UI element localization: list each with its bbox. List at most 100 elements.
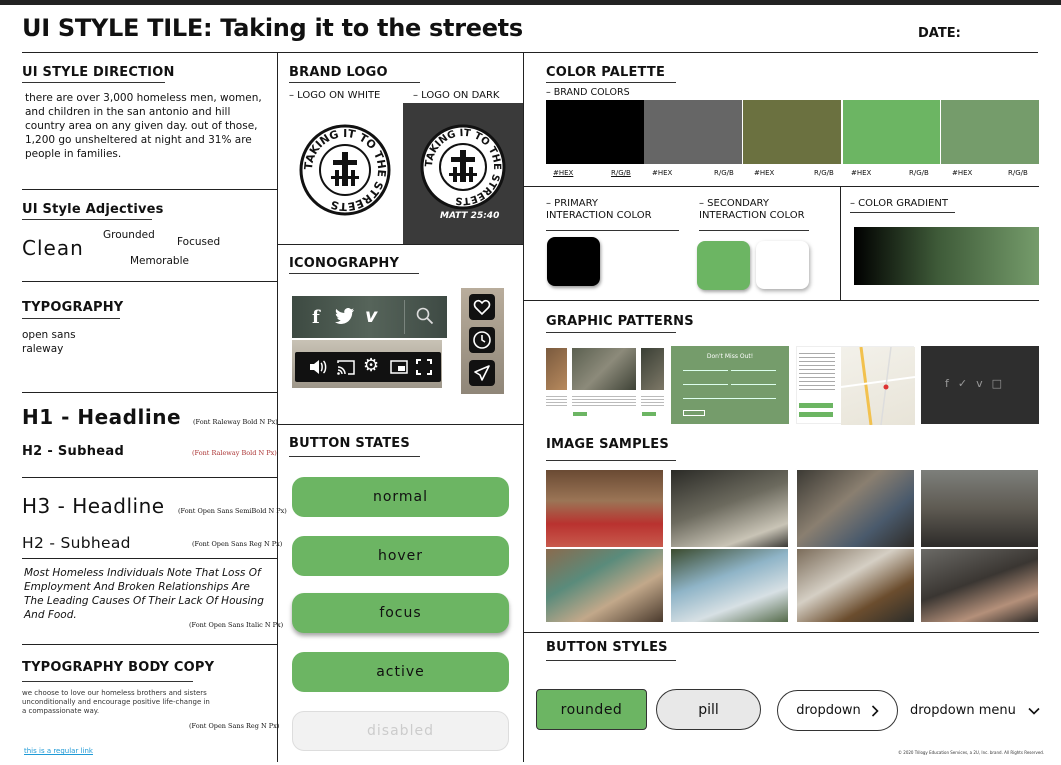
secondary-interaction-label: – SECONDARY INTERACTION COLOR [699,198,805,221]
dropdown-menu[interactable]: dropdown menu [910,703,1040,718]
image-sample-1 [546,470,663,547]
send-button[interactable] [469,360,495,386]
facebook-icon[interactable]: f [312,307,320,328]
volume-icon[interactable] [309,359,327,375]
logo-on-dark-label: – LOGO ON DARK [413,90,500,101]
hex-label-2: #HEX [652,169,673,177]
settings-icon[interactable]: ⚙ [363,355,379,376]
brand-swatch-2 [644,100,742,164]
heading-underline [546,660,676,661]
button-states-heading: BUTTON STATES [289,436,410,451]
brand-logo-heading: BRAND LOGO [289,65,388,80]
iconography-heading: ICONOGRAPHY [289,256,400,271]
h2-note: (Font Raleway Bold N Px) [192,449,277,457]
pattern-mini-button [799,412,833,417]
hover-button[interactable]: hover [292,536,509,576]
footer-social-icons: f✓v□ [945,377,1011,390]
pill-button[interactable]: pill [656,689,761,730]
rgb-label-1: R/G/B [611,169,631,177]
heading-underline [699,230,809,231]
form-title: Don't Miss Out! [706,353,754,360]
social-icon-bar: f v [292,296,447,338]
clock-button[interactable] [469,327,495,353]
map-roads [840,346,916,426]
divider [523,186,1039,187]
heading-underline [850,212,955,213]
style-direction-text: there are over 3,000 homeless men, women… [25,92,262,160]
pattern-mini-button [573,412,587,416]
brand-colors-label: – BRAND COLORS [546,87,630,98]
typography-heading: TYPOGRAPHY [22,300,124,315]
image-sample-2 [671,470,788,547]
pattern-thumb [641,348,664,390]
active-button[interactable]: active [292,652,509,692]
chevron-right-icon [871,704,879,717]
pattern-text-lines [641,396,664,406]
pattern-text-lines [572,396,636,406]
fullscreen-icon[interactable] [416,359,432,375]
hex-label-3: #HEX [754,169,775,177]
adjectives-heading: UI Style Adjectives [22,202,164,217]
gradient-label: – COLOR GRADIENT [850,198,948,209]
divider [22,189,277,190]
form-field [731,382,776,385]
heart-button[interactable] [469,294,495,320]
logo-verse: MATT 25:40 [440,211,500,221]
brand-swatch-1 [546,100,644,164]
cast-icon[interactable] [337,360,355,375]
heart-icon [473,299,491,316]
divider [22,558,277,559]
heading-underline [546,332,676,333]
color-palette-heading: COLOR PALETTE [546,65,666,80]
bar-separator [404,300,405,334]
column-divider-1 [277,52,278,762]
dropdown-button[interactable]: dropdown [777,690,898,731]
heading-underline [22,318,120,319]
style-direction-heading: UI STYLE DIRECTION [22,65,175,80]
search-icon[interactable] [416,307,434,325]
divider-vertical [840,186,841,300]
divider [22,281,277,282]
secondary-swatch-green [697,241,750,290]
secondary-swatch-white [756,241,809,289]
primary-interaction-swatch [547,237,600,286]
form-field [683,368,728,371]
logo-on-white-label: – LOGO ON WHITE [289,90,381,101]
pill-button-label: pill [698,701,719,718]
graphic-patterns-heading: GRAPHIC PATTERNS [546,314,694,329]
image-sample-6 [671,549,788,622]
color-gradient-swatch [854,227,1039,285]
hex-label-1: #HEX [553,169,574,177]
normal-button[interactable]: normal [292,477,509,517]
heading-underline [289,273,419,274]
adjective-focused: Focused [177,236,221,248]
pattern-map-layout [796,346,916,426]
rounded-button[interactable]: rounded [536,689,647,730]
brand-swatch-4 [843,100,940,164]
form-field [683,382,728,385]
pattern-text-lines [546,396,567,406]
divider [22,392,277,393]
column-divider-2 [523,52,524,762]
pattern-thumb [546,348,567,390]
heading-underline [289,456,420,457]
top-bar [0,0,1061,5]
divider [277,244,523,245]
dropdown-button-label: dropdown [796,703,861,718]
regular-link[interactable]: this is a regular link [24,747,93,755]
chevron-down-icon [1028,707,1040,715]
brand-swatch-3 [743,100,841,164]
pattern-photo-layout [546,346,664,424]
pattern-mini-button [642,412,656,416]
image-sample-5 [546,549,663,622]
pip-icon[interactable] [390,360,408,374]
page-title: UI STYLE TILE: Taking it to the streets [22,14,523,42]
primary-interaction-label: – PRIMARY INTERACTION COLOR [546,198,652,221]
brand-logo-dark: TAKING IT TO THE STREETS [420,124,506,210]
focus-button[interactable]: focus [292,593,509,633]
pattern-thumb [572,348,636,390]
vimeo-icon[interactable]: v [365,305,377,327]
heading-underline [289,82,420,83]
heading-underline [546,82,676,83]
twitter-icon[interactable] [335,308,355,325]
